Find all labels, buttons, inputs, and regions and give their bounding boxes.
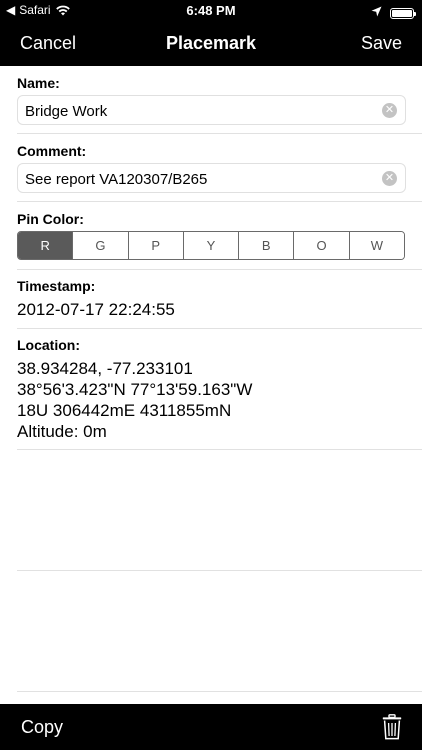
battery-icon xyxy=(390,7,416,19)
pin-color-option-b[interactable]: B xyxy=(238,232,294,259)
comment-section: Comment: xyxy=(17,143,422,159)
divider xyxy=(17,328,422,329)
save-button[interactable]: Save xyxy=(361,33,402,54)
status-time: 6:48 PM xyxy=(186,3,236,18)
timestamp-value: 2012-07-17 22:24:55 xyxy=(17,300,175,319)
pin-color-option-w[interactable]: W xyxy=(348,232,404,259)
comment-label: Comment: xyxy=(17,143,87,159)
location-utm: 18U 306442mE 4311855mN xyxy=(17,401,232,420)
timestamp-label: Timestamp: xyxy=(17,278,96,294)
name-section: Name: xyxy=(17,75,422,91)
pin-color-segmented-control: R G P Y B O W xyxy=(17,231,405,260)
divider xyxy=(17,133,422,134)
pin-color-option-p[interactable]: P xyxy=(127,232,183,259)
location-dms: 38°56'3.423"N 77°13'59.163"W xyxy=(17,380,253,399)
location-section: Location: xyxy=(17,337,422,353)
pin-color-option-y[interactable]: Y xyxy=(182,232,239,259)
status-right xyxy=(371,4,416,22)
clear-icon[interactable]: ✕ xyxy=(382,171,397,186)
pin-color-option-g[interactable]: G xyxy=(72,232,128,259)
pin-color-section: Pin Color: xyxy=(17,211,422,227)
bottom-toolbar: Copy xyxy=(0,704,422,750)
location-arrow-icon xyxy=(371,4,382,22)
clear-icon[interactable]: ✕ xyxy=(382,103,397,118)
placemark-form: Name: ✕ Comment: ✕ Pin Color: R G P Y B … xyxy=(0,66,422,704)
location-decimal: 38.934284, -77.233101 xyxy=(17,359,193,378)
pin-color-option-o[interactable]: O xyxy=(293,232,349,259)
divider xyxy=(17,691,422,692)
copy-button[interactable]: Copy xyxy=(21,717,63,738)
name-field[interactable]: ✕ xyxy=(17,95,406,125)
location-values: 38.934284, -77.233101 38°56'3.423"N 77°1… xyxy=(17,358,422,442)
divider xyxy=(17,201,422,202)
comment-input[interactable] xyxy=(25,170,375,188)
divider xyxy=(17,449,422,450)
status-bar: ◀ Safari 6:48 PM xyxy=(0,0,422,22)
location-label: Location: xyxy=(17,337,80,353)
page-title: Placemark xyxy=(165,33,257,53)
trash-icon[interactable] xyxy=(382,714,402,740)
pin-color-option-r[interactable]: R xyxy=(18,232,73,259)
nav-bar: Cancel Placemark Save xyxy=(0,22,422,66)
pin-color-label: Pin Color: xyxy=(17,211,84,227)
name-label: Name: xyxy=(17,75,60,91)
divider xyxy=(17,269,422,270)
divider xyxy=(17,570,422,571)
timestamp-value-wrap: 2012-07-17 22:24:55 xyxy=(17,299,422,320)
name-input[interactable] xyxy=(25,102,375,120)
comment-field[interactable]: ✕ xyxy=(17,163,406,193)
timestamp-section: Timestamp: xyxy=(17,278,422,294)
location-altitude: Altitude: 0m xyxy=(17,422,107,441)
